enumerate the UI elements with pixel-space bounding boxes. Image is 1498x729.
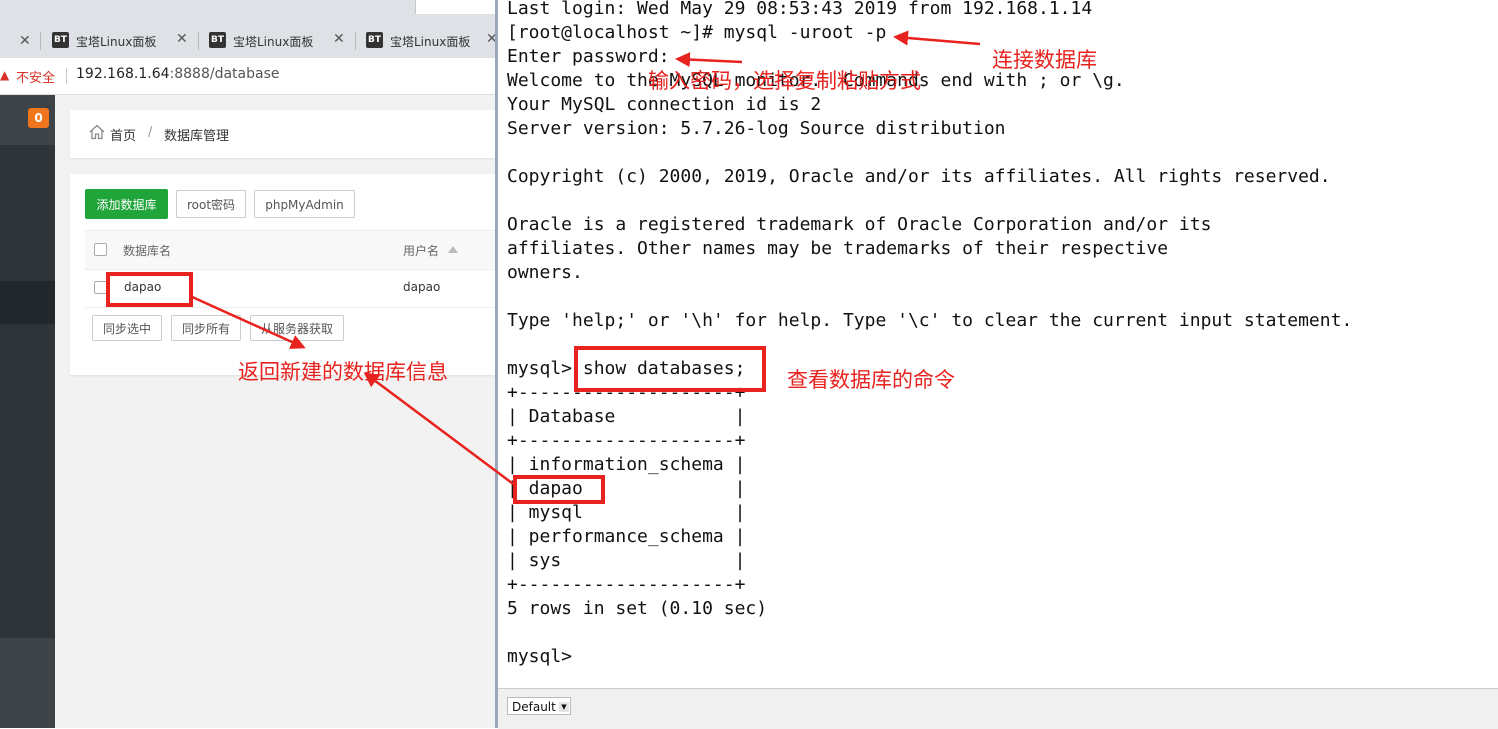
table-header: 数据库名 用户名 — [85, 230, 495, 270]
url-host: 192.168.1.64 — [76, 66, 170, 82]
terminal-line: | Database | — [507, 406, 746, 427]
sidebar-section — [0, 145, 55, 281]
tab-separator — [355, 32, 356, 50]
add-database-button[interactable]: 添加数据库 — [85, 189, 168, 219]
annotation-view-db-command: 查看数据库的命令 — [787, 368, 955, 392]
terminal-line: +--------------------+ — [507, 574, 746, 595]
annotation-enter-password: 输入密码，选择复制粘贴方式 — [648, 69, 921, 93]
tab-label: 宝塔Linux面板 — [233, 35, 314, 49]
sidebar-section — [0, 324, 55, 638]
username-cell: dapao — [403, 280, 441, 294]
sort-asc-icon[interactable] — [448, 246, 458, 253]
tab-close-button[interactable]: ✕ — [19, 33, 31, 49]
address-bar[interactable]: ▲ 不安全 192.168.1.64:8888/database — [0, 58, 495, 95]
column-db-name[interactable]: 数据库名 — [123, 242, 171, 259]
sync-all-button[interactable]: 同步所有 — [171, 315, 241, 341]
terminal-line: Your MySQL connection id is 2 — [507, 94, 822, 115]
insecure-label[interactable]: 不安全 — [16, 67, 55, 86]
terminal-line: Type 'help;' or '\h' for help. Type '\c'… — [507, 310, 1353, 331]
terminal-line: affiliates. Other names may be trademark… — [507, 238, 1169, 259]
terminal-line: | information_schema | — [507, 454, 746, 475]
annotation-connect-db: 连接数据库 — [992, 48, 1097, 72]
breadcrumb-current: 数据库管理 — [164, 129, 230, 144]
terminal-line: | mysql | — [507, 502, 746, 523]
breadcrumb-separator: / — [148, 125, 153, 140]
bt-favicon-icon: BT — [52, 32, 69, 48]
sync-selected-button[interactable]: 同步选中 — [92, 315, 162, 341]
terminal-line: | performance_schema | — [507, 526, 746, 547]
tab-label: 宝塔Linux面板 — [390, 35, 471, 49]
highlight-box-dapao-row — [106, 272, 193, 307]
bt-favicon-icon: BT — [366, 32, 383, 48]
annotation-new-db-info: 返回新建的数据库信息 — [238, 360, 448, 384]
terminal-status-bar: Default ▼ — [498, 688, 1498, 729]
terminal-line: [root@localhost ~]# mysql -uroot -p — [507, 22, 887, 43]
url-text[interactable]: 192.168.1.64:8888/database — [76, 66, 280, 82]
terminal-line: Oracle is a registered trademark of Orac… — [507, 214, 1212, 235]
url-path: :8888/database — [169, 66, 280, 82]
highlight-box-show-databases — [574, 346, 766, 392]
session-profile-select[interactable]: Default ▼ — [507, 697, 571, 715]
tab-close-button[interactable]: ✕ — [333, 31, 345, 47]
terminal-line: +--------------------+ — [507, 430, 746, 451]
window-edge — [415, 0, 495, 14]
session-profile-value: Default — [512, 700, 556, 714]
breadcrumb-home[interactable]: 首页 — [110, 125, 136, 144]
tab-baota-3[interactable]: BT 宝塔Linux面板 ✕ — [366, 30, 495, 52]
root-password-button[interactable]: root密码 — [176, 190, 246, 218]
fetch-from-server-button[interactable]: 从服务器获取 — [250, 315, 344, 341]
dropdown-arrow-icon[interactable]: ▼ — [559, 702, 569, 712]
bt-favicon-icon: BT — [209, 32, 226, 48]
tab-label: 宝塔Linux面板 — [76, 35, 157, 49]
tab-close-button[interactable]: ✕ — [486, 31, 495, 47]
tab-separator — [40, 32, 41, 50]
breadcrumb: 首页 / 数据库管理 — [70, 110, 495, 158]
tab-baota-1[interactable]: BT 宝塔Linux面板 ✕ — [52, 30, 192, 52]
divider — [66, 68, 67, 84]
warning-icon: ▲ — [0, 68, 10, 82]
phpmyadmin-button[interactable]: phpMyAdmin — [254, 190, 355, 218]
terminal-prompt[interactable]: mysql> — [507, 646, 583, 668]
column-username[interactable]: 用户名 — [403, 242, 439, 259]
terminal-line: Last login: Wed May 29 08:53:43 2019 fro… — [507, 0, 1093, 19]
terminal-line: Server version: 5.7.26-log Source distri… — [507, 118, 1006, 139]
tab-baota-2[interactable]: BT 宝塔Linux面板 ✕ — [209, 30, 349, 52]
home-icon[interactable] — [89, 124, 105, 140]
terminal-line: Copyright (c) 2000, 2019, Oracle and/or … — [507, 166, 1331, 187]
terminal-line: Enter password: — [507, 46, 670, 67]
tab-separator — [198, 32, 199, 50]
terminal-line: owners. — [507, 262, 583, 283]
sidebar-item-active[interactable] — [0, 281, 55, 324]
terminal-line: | sys | — [507, 550, 746, 571]
notification-badge[interactable]: 0 — [28, 108, 49, 128]
tab-strip: ✕ BT 宝塔Linux面板 ✕ BT 宝塔Linux面板 ✕ BT 宝塔Lin… — [0, 0, 495, 58]
terminal-line: 5 rows in set (0.10 sec) — [507, 598, 768, 619]
sidebar: 0 — [0, 95, 55, 728]
tab-close-button[interactable]: ✕ — [176, 31, 188, 47]
highlight-box-dapao-result — [513, 475, 605, 504]
select-all-checkbox[interactable] — [94, 243, 107, 256]
